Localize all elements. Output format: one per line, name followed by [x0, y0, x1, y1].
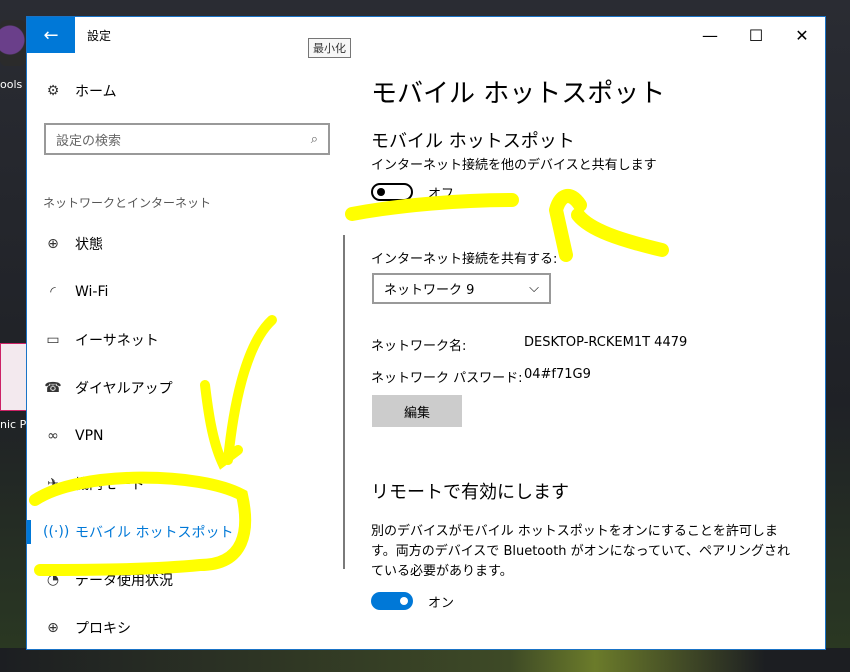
desktop-bottom-strip: [0, 648, 850, 672]
proxy-globe-icon: ⊕: [47, 620, 59, 636]
share-connection-dropdown[interactable]: ネットワーク 9 ⌵: [372, 273, 551, 304]
sidebar-item-label: Wi-Fi: [75, 284, 109, 300]
data-usage-icon: ◔: [46, 572, 60, 588]
close-button[interactable]: ✕: [779, 17, 825, 53]
page-title: モバイル ホットスポット: [371, 79, 666, 109]
minimize-tooltip: 最小化: [308, 38, 351, 58]
share-connection-label: インターネット接続を共有する:: [371, 252, 558, 267]
ethernet-icon: ▭: [46, 332, 60, 348]
home-link[interactable]: ⚙ ホーム: [43, 81, 117, 101]
sidebar-item-label: イーサネット: [75, 333, 159, 349]
hotspot-description: インターネット接続を他のデバイスと共有します: [371, 158, 657, 173]
remote-toggle-label: オン: [428, 596, 455, 611]
network-name-value: DESKTOP-RCKEM1T 4479: [524, 335, 688, 350]
network-name-label: ネットワーク名:: [371, 339, 467, 354]
vpn-icon: ∞: [47, 428, 59, 444]
back-button[interactable]: ←: [27, 17, 75, 53]
settings-window: ← 設定 — ☐ ✕ 最小化 ⚙ ホーム 設定の検索 ⌕ ネットワークとインター…: [26, 16, 826, 650]
dialup-icon: ☎: [44, 380, 62, 396]
back-arrow-icon: ←: [43, 24, 59, 46]
dropdown-selected-value: ネットワーク 9: [384, 283, 475, 298]
globe-icon: ⊕: [47, 236, 59, 252]
search-placeholder: 設定の検索: [56, 133, 122, 149]
title-bar: ← 設定 — ☐ ✕: [27, 17, 825, 53]
maximize-icon: ☐: [748, 25, 764, 45]
sidebar-item-label: モバイル ホットスポット: [75, 525, 234, 541]
search-icon: ⌕: [310, 131, 318, 147]
sidebar-item-label: ダイヤルアップ: [75, 381, 173, 397]
home-label: ホーム: [75, 84, 117, 100]
sidebar-item-wifi[interactable]: ◜ Wi-Fi: [43, 280, 108, 304]
edit-button[interactable]: 編集: [372, 395, 462, 427]
gear-icon: ⚙: [46, 83, 60, 99]
sidebar-item-vpn[interactable]: ∞ VPN: [43, 424, 104, 448]
desktop-icon-label-2: nic Pi: [0, 418, 30, 431]
sidebar-item-data-usage[interactable]: ◔ データ使用状況: [43, 568, 173, 592]
maximize-button[interactable]: ☐: [733, 17, 779, 53]
sidebar-scrollbar[interactable]: [343, 235, 345, 569]
minimize-button[interactable]: —: [687, 17, 733, 53]
sidebar-item-ethernet[interactable]: ▭ イーサネット: [43, 328, 159, 352]
sidebar-item-label: VPN: [75, 428, 104, 444]
hotspot-icon: ((·)): [43, 524, 70, 540]
sidebar-item-mobile-hotspot[interactable]: ((·)) モバイル ホットスポット: [43, 520, 233, 544]
hotspot-toggle-label: オフ: [428, 187, 455, 202]
sidebar-item-label: プロキシ: [75, 621, 131, 637]
wifi-icon: ◜: [50, 284, 56, 300]
section-label: ネットワークとインターネット: [43, 196, 212, 210]
chevron-down-icon: ⌵: [529, 281, 539, 296]
sidebar-item-label: データ使用状況: [75, 573, 173, 589]
sidebar-item-proxy[interactable]: ⊕ プロキシ: [43, 616, 131, 640]
sidebar-item-status[interactable]: ⊕ 状態: [43, 232, 103, 256]
minimize-icon: —: [702, 25, 718, 45]
remote-enable-toggle[interactable]: [371, 592, 413, 610]
close-icon: ✕: [795, 25, 809, 45]
sidebar-item-label: 機内モード: [75, 477, 145, 493]
window-title: 設定: [87, 29, 112, 43]
sidebar-item-dialup[interactable]: ☎ ダイヤルアップ: [43, 376, 173, 400]
search-input[interactable]: 設定の検索 ⌕: [44, 123, 330, 155]
network-password-label: ネットワーク パスワード:: [371, 371, 523, 386]
active-indicator: [27, 520, 31, 544]
desktop-icon-label: ools: [0, 78, 23, 91]
desktop-app-icon-2[interactable]: [0, 343, 28, 411]
sidebar-item-airplane-mode[interactable]: ✈ 機内モード: [43, 472, 145, 496]
hotspot-toggle[interactable]: [371, 183, 413, 201]
desktop-app-icon[interactable]: [0, 20, 26, 66]
hotspot-title: モバイル ホットスポット: [371, 131, 575, 152]
remote-enable-description: 別のデバイスがモバイル ホットスポットをオンにすることを許可します。両方のデバイ…: [371, 524, 790, 579]
network-password-value: 04#f71G9: [524, 367, 591, 382]
airplane-icon: ✈: [47, 476, 59, 492]
remote-enable-title: リモートで有効にします: [371, 482, 569, 503]
sidebar-item-label: 状態: [75, 237, 103, 253]
